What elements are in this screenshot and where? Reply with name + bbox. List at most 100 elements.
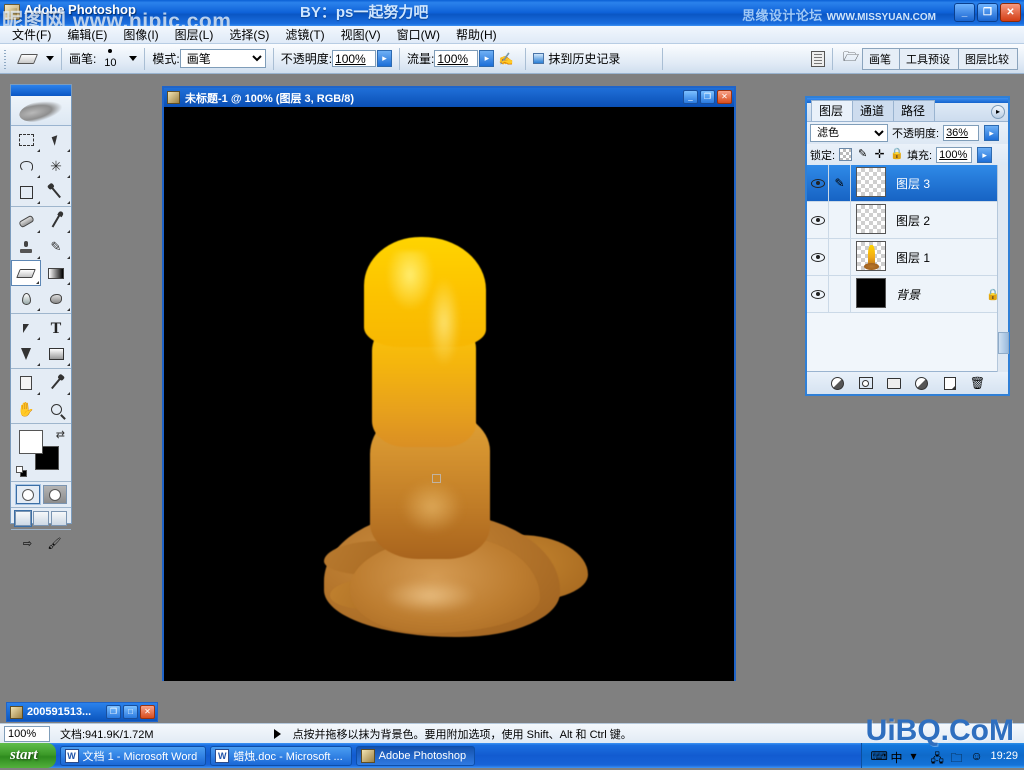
lock-all-padlock-icon[interactable]: 🔒 [890,148,904,161]
lock-position-move-icon[interactable]: ✛ [873,148,886,161]
minimized-document-window[interactable]: 200591513... ❐ □ ✕ [6,702,158,722]
fill-stepper-arrow-icon[interactable]: ▸ [977,146,993,163]
path-selection-tool-button[interactable] [11,315,41,341]
airbrush-icon[interactable]: ✍ [494,48,518,70]
keyboard-icon[interactable]: ⌨ [870,749,887,763]
eraser-icon[interactable] [13,48,41,70]
palette-menu-icon[interactable]: ▸ [991,105,1005,119]
network-icon[interactable]: 🖧 [930,749,944,765]
options-bar-grip[interactable] [2,47,10,70]
slice-tool-button[interactable] [41,179,71,205]
close-button[interactable]: ✕ [1000,3,1021,22]
brush-presets-icon[interactable] [811,50,825,67]
jump-to-imageready-icon[interactable]: ⇨ [17,534,39,552]
dodge-tool-button[interactable] [41,286,71,312]
notes-tool-button[interactable] [11,370,41,396]
layer-style-icon[interactable] [830,375,846,391]
menu-help[interactable]: 帮助(H) [448,25,505,44]
gradient-tool-button[interactable] [41,260,71,286]
document-minimize-button[interactable]: _ [683,90,698,104]
full-screen-mode-button[interactable] [51,511,67,526]
swap-colors-icon[interactable]: ⇄ [56,428,65,441]
messenger-icon[interactable]: ☺ [970,749,984,763]
folder-icon[interactable]: 🗀 [950,749,964,765]
fill-opacity-input[interactable] [936,146,973,163]
layer-visibility-toggle[interactable] [807,276,829,312]
foreground-color-swatch[interactable] [19,430,43,454]
default-colors-icon[interactable] [16,466,27,477]
standard-screen-mode-button[interactable] [15,511,31,526]
eyedropper-tool-button[interactable] [41,370,71,396]
opacity-input[interactable] [332,50,377,67]
menu-layer[interactable]: 图层(L) [167,25,222,44]
minimized-restore-button[interactable]: ❐ [106,705,121,719]
move-tool-button[interactable] [41,127,71,153]
layer-mask-icon[interactable] [858,375,874,391]
layer-opacity-input[interactable] [943,125,980,141]
magic-wand-tool-button[interactable]: ✳ [41,153,71,179]
taskbar-item-word-doc1[interactable]: W 文档 1 - Microsoft Word [59,745,207,766]
layer-opacity-stepper-arrow-icon[interactable]: ▸ [984,125,1000,141]
delete-layer-trash-icon[interactable]: 🗑 [970,375,986,391]
zoom-level-field[interactable]: 100% [4,725,50,742]
table-row[interactable]: 图层 1 [807,239,1008,276]
flow-stepper-arrow-icon[interactable]: ▸ [479,50,495,67]
layers-scrollbar[interactable] [997,165,1009,372]
tab-layers[interactable]: 图层 [811,100,854,121]
layer-visibility-toggle[interactable] [807,165,829,201]
menu-file[interactable]: 文件(F) [4,25,59,44]
crop-tool-button[interactable] [11,179,41,205]
palette-well-tab-brushes[interactable]: 画笔 [863,48,900,69]
ime-icon[interactable]: 中 [890,749,904,765]
menu-edit[interactable]: 编辑(E) [59,25,115,44]
full-screen-menubar-mode-button[interactable] [33,511,49,526]
shape-tool-button[interactable] [41,341,71,367]
new-layer-icon[interactable] [942,375,958,391]
eraser-tool-button[interactable] [11,260,41,286]
clock-time[interactable]: 19:29 [990,750,1018,762]
zoom-tool-button[interactable] [41,396,71,422]
palette-well-tab-layer-comps[interactable]: 图层比较 [959,49,1017,69]
menu-select[interactable]: 选择(S) [221,25,277,44]
adjustment-layer-icon[interactable] [914,375,930,391]
image-canvas[interactable] [164,107,734,681]
standard-mode-button[interactable] [15,485,40,504]
taskbar-item-word-candle[interactable]: W 蜡烛.doc - Microsoft ... [210,745,352,766]
document-title-bar[interactable]: 未标题-1 @ 100% (图层 3, RGB/8) _ ❐ ✕ [164,88,734,107]
layer-link-cell[interactable]: ✎ [829,165,851,201]
quick-mask-mode-button[interactable] [42,485,67,504]
table-row[interactable]: 背景 🔒 [807,276,1008,313]
brush-preview[interactable]: 10 [96,46,124,72]
file-browser-icon[interactable]: 🗁 [840,49,862,68]
document-maximize-button[interactable]: ❐ [700,90,715,104]
status-menu-triangle-icon[interactable] [273,728,281,739]
restore-button[interactable]: ❐ [977,3,998,22]
layer-link-cell[interactable] [829,239,851,275]
lock-image-brush-icon[interactable]: ✎ [856,148,869,161]
tab-channels[interactable]: 通道 [852,100,895,121]
layer-link-cell[interactable] [829,202,851,238]
tab-paths[interactable]: 路径 [893,100,936,121]
table-row[interactable]: ✎ 图层 3 [807,165,1008,202]
taskbar-item-photoshop[interactable]: Adobe Photoshop [355,745,476,766]
erase-to-history-checkbox[interactable] [533,53,545,64]
minimize-button[interactable]: _ [954,3,975,22]
minimized-close-button[interactable]: ✕ [140,705,155,719]
type-tool-button[interactable]: T [41,315,71,341]
minimized-maximize-button[interactable]: □ [123,705,138,719]
blend-mode-select[interactable]: 滤色 [810,124,888,142]
start-button[interactable]: start [0,743,56,768]
menu-image[interactable]: 图像(I) [115,25,166,44]
scrollbar-thumb[interactable] [998,332,1009,354]
clone-stamp-tool-button[interactable] [11,234,41,260]
layer-visibility-toggle[interactable] [807,202,829,238]
layer-link-cell[interactable] [829,276,851,312]
palette-well-tab-tool-presets[interactable]: 工具预设 [900,48,959,69]
lock-transparency-icon[interactable] [839,148,853,161]
layer-visibility-toggle[interactable] [807,239,829,275]
new-group-folder-icon[interactable] [886,375,902,391]
table-row[interactable]: 图层 2 [807,202,1008,239]
document-close-button[interactable]: ✕ [717,90,732,104]
chevron-down-icon[interactable]: ▾ [910,749,924,763]
tool-preset-chevron-down-icon[interactable] [46,56,54,61]
